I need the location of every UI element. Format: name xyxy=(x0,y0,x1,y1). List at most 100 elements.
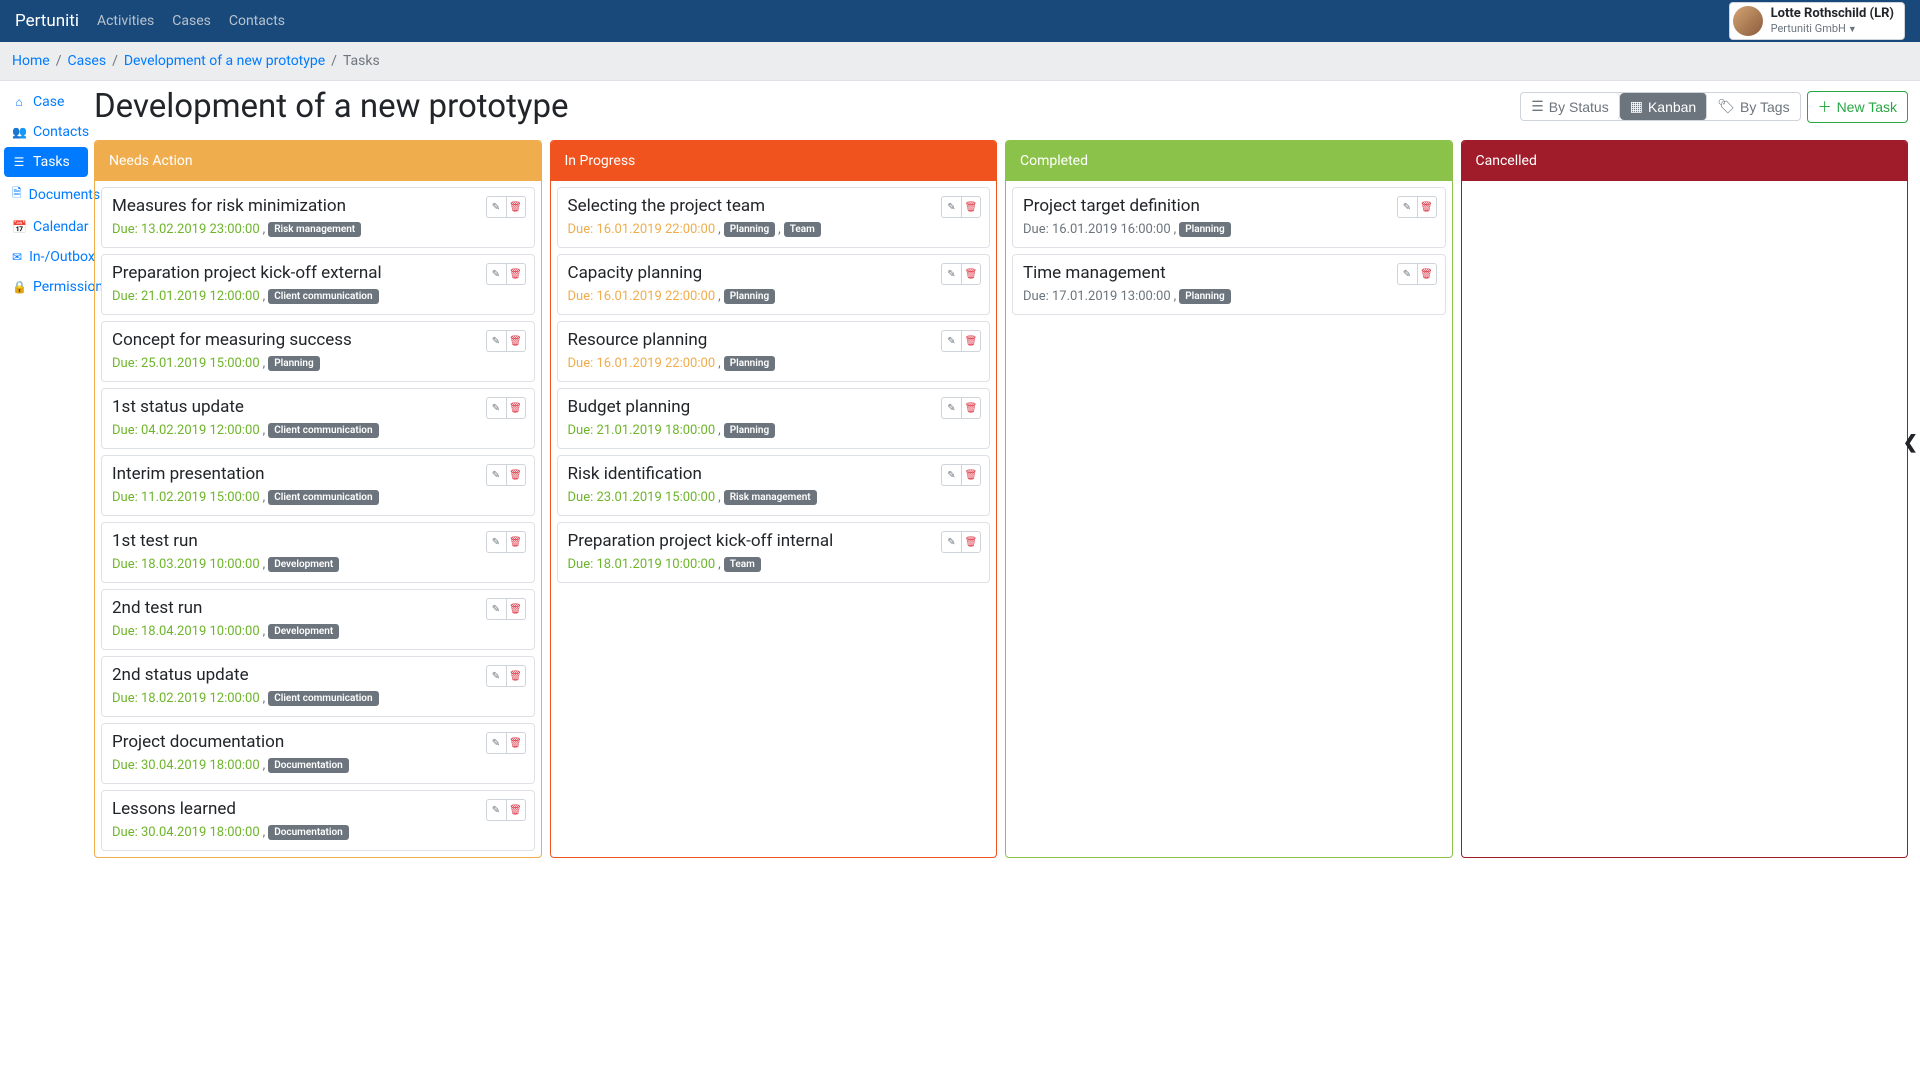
task-tag[interactable]: Planning xyxy=(1179,289,1230,304)
delete-task-button[interactable]: 🗑 xyxy=(961,397,981,419)
task-tag[interactable]: Planning xyxy=(268,356,319,371)
task-tag[interactable]: Client communication xyxy=(268,691,378,706)
edit-task-button[interactable]: ✎ xyxy=(941,196,961,218)
delete-task-button[interactable]: 🗑 xyxy=(506,799,526,821)
edit-task-button[interactable]: ✎ xyxy=(486,732,506,754)
edit-task-button[interactable]: ✎ xyxy=(486,665,506,687)
delete-task-button[interactable]: 🗑 xyxy=(506,665,526,687)
sidebar-item-case[interactable]: ⌂Case xyxy=(4,87,88,117)
task-card[interactable]: Measures for risk minimizationDue: 13.02… xyxy=(101,187,535,248)
task-card[interactable]: Preparation project kick-off externalDue… xyxy=(101,254,535,315)
nav-activities[interactable]: Activities xyxy=(97,13,154,29)
delete-task-button[interactable]: 🗑 xyxy=(961,531,981,553)
task-card[interactable]: Project documentationDue: 30.04.2019 18:… xyxy=(101,723,535,784)
task-title: Preparation project kick-off internal xyxy=(568,531,980,551)
task-tag[interactable]: Development xyxy=(268,557,339,572)
task-card[interactable]: Budget planningDue: 21.01.2019 18:00:00 … xyxy=(557,388,991,449)
task-card[interactable]: 2nd status updateDue: 18.02.2019 12:00:0… xyxy=(101,656,535,717)
edit-task-button[interactable]: ✎ xyxy=(941,330,961,352)
task-tag[interactable]: Documentation xyxy=(268,758,349,773)
task-card[interactable]: Project target definitionDue: 16.01.2019… xyxy=(1012,187,1446,248)
task-card[interactable]: 1st status updateDue: 04.02.2019 12:00:0… xyxy=(101,388,535,449)
task-tag[interactable]: Client communication xyxy=(268,289,378,304)
nav-contacts[interactable]: Contacts xyxy=(229,13,285,29)
view-by-tags[interactable]: 🏷By Tags xyxy=(1707,93,1799,120)
edit-task-button[interactable]: ✎ xyxy=(486,397,506,419)
edit-task-button[interactable]: ✎ xyxy=(941,397,961,419)
sidebar-item-documents[interactable]: 🗎Documents xyxy=(4,177,88,212)
top-navbar: Pertuniti Activities Cases Contacts Lott… xyxy=(0,0,1920,42)
task-meta: Due: 16.01.2019 22:00:00 , Planning xyxy=(568,356,980,371)
task-card[interactable]: Resource planning Due: 16.01.2019 22:00:0… xyxy=(557,321,991,382)
user-org: Pertuniti GmbH▼ xyxy=(1771,22,1894,36)
edit-task-button[interactable]: ✎ xyxy=(941,531,961,553)
edit-task-button[interactable]: ✎ xyxy=(486,531,506,553)
task-tag[interactable]: Client communication xyxy=(268,490,378,505)
task-tag[interactable]: Team xyxy=(784,222,821,237)
delete-task-button[interactable]: 🗑 xyxy=(1417,196,1437,218)
task-tag[interactable]: Planning xyxy=(724,356,775,371)
edit-task-button[interactable]: ✎ xyxy=(1397,263,1417,285)
task-tag[interactable]: Risk management xyxy=(268,222,361,237)
nav-cases[interactable]: Cases xyxy=(172,13,211,29)
brand[interactable]: Pertuniti xyxy=(15,11,79,31)
edit-task-button[interactable]: ✎ xyxy=(486,330,506,352)
task-card[interactable]: Interim presentationDue: 11.02.2019 15:0… xyxy=(101,455,535,516)
view-kanban[interactable]: ▦Kanban xyxy=(1620,93,1708,120)
edit-task-button[interactable]: ✎ xyxy=(941,464,961,486)
task-card[interactable]: Lessons learnedDue: 30.04.2019 18:00:00 … xyxy=(101,790,535,851)
task-card[interactable]: Time managementDue: 17.01.2019 13:00:00 … xyxy=(1012,254,1446,315)
task-card[interactable]: Concept for measuring successDue: 25.01.… xyxy=(101,321,535,382)
delete-task-button[interactable]: 🗑 xyxy=(506,598,526,620)
task-tag[interactable]: Planning xyxy=(1179,222,1230,237)
task-tag[interactable]: Team xyxy=(724,557,761,572)
delete-task-button[interactable]: 🗑 xyxy=(506,196,526,218)
view-by-status[interactable]: ☰By Status xyxy=(1521,93,1619,120)
task-card[interactable]: Capacity planningDue: 16.01.2019 22:00:0… xyxy=(557,254,991,315)
delete-task-button[interactable]: 🗑 xyxy=(961,196,981,218)
task-due: Due: 16.01.2019 22:00:00 xyxy=(568,356,716,371)
task-card[interactable]: 1st test runDue: 18.03.2019 10:00:00 , D… xyxy=(101,522,535,583)
task-tag[interactable]: Documentation xyxy=(268,825,349,840)
sidebar-item-tasks[interactable]: ☰Tasks xyxy=(4,147,88,177)
task-tag[interactable]: Planning xyxy=(724,222,775,237)
sidebar-item-calendar[interactable]: 📅Calendar xyxy=(4,212,88,242)
task-tag[interactable]: Client communication xyxy=(268,423,378,438)
task-meta: Due: 18.01.2019 10:00:00 , Team xyxy=(568,557,980,572)
task-card[interactable]: Preparation project kick-off internal Due… xyxy=(557,522,991,583)
edit-task-button[interactable]: ✎ xyxy=(486,799,506,821)
breadcrumb-item[interactable]: Cases xyxy=(67,53,106,69)
sidebar-item-in-outbox[interactable]: ✉In-/Outbox xyxy=(4,242,88,272)
new-task-button[interactable]: ＋New Task xyxy=(1807,91,1908,123)
task-tag[interactable]: Planning xyxy=(724,289,775,304)
edit-task-button[interactable]: ✎ xyxy=(486,263,506,285)
breadcrumb-item[interactable]: Home xyxy=(12,53,50,69)
delete-task-button[interactable]: 🗑 xyxy=(961,464,981,486)
delete-task-button[interactable]: 🗑 xyxy=(506,531,526,553)
task-title: Resource planning xyxy=(568,330,980,350)
collapse-panel-handle[interactable]: ❮ xyxy=(1903,432,1918,453)
sidebar-item-contacts[interactable]: 👥Contacts xyxy=(4,117,88,147)
task-tag[interactable]: Development xyxy=(268,624,339,639)
delete-task-button[interactable]: 🗑 xyxy=(1417,263,1437,285)
delete-task-button[interactable]: 🗑 xyxy=(506,464,526,486)
delete-task-button[interactable]: 🗑 xyxy=(506,330,526,352)
delete-task-button[interactable]: 🗑 xyxy=(961,263,981,285)
sidebar-item-permissions[interactable]: 🔒Permissions xyxy=(4,272,88,302)
edit-task-button[interactable]: ✎ xyxy=(1397,196,1417,218)
delete-task-button[interactable]: 🗑 xyxy=(506,732,526,754)
task-tag[interactable]: Planning xyxy=(724,423,775,438)
breadcrumb-item[interactable]: Development of a new prototype xyxy=(124,53,325,69)
edit-task-button[interactable]: ✎ xyxy=(486,464,506,486)
task-card[interactable]: Risk identificationDue: 23.01.2019 15:00… xyxy=(557,455,991,516)
edit-task-button[interactable]: ✎ xyxy=(486,196,506,218)
delete-task-button[interactable]: 🗑 xyxy=(506,263,526,285)
task-tag[interactable]: Risk management xyxy=(724,490,817,505)
delete-task-button[interactable]: 🗑 xyxy=(506,397,526,419)
edit-task-button[interactable]: ✎ xyxy=(941,263,961,285)
task-card[interactable]: 2nd test runDue: 18.04.2019 10:00:00 , D… xyxy=(101,589,535,650)
user-menu[interactable]: Lotte Rothschild (LR) Pertuniti GmbH▼ xyxy=(1729,2,1905,40)
edit-task-button[interactable]: ✎ xyxy=(486,598,506,620)
delete-task-button[interactable]: 🗑 xyxy=(961,330,981,352)
task-card[interactable]: Selecting the project teamDue: 16.01.201… xyxy=(557,187,991,248)
